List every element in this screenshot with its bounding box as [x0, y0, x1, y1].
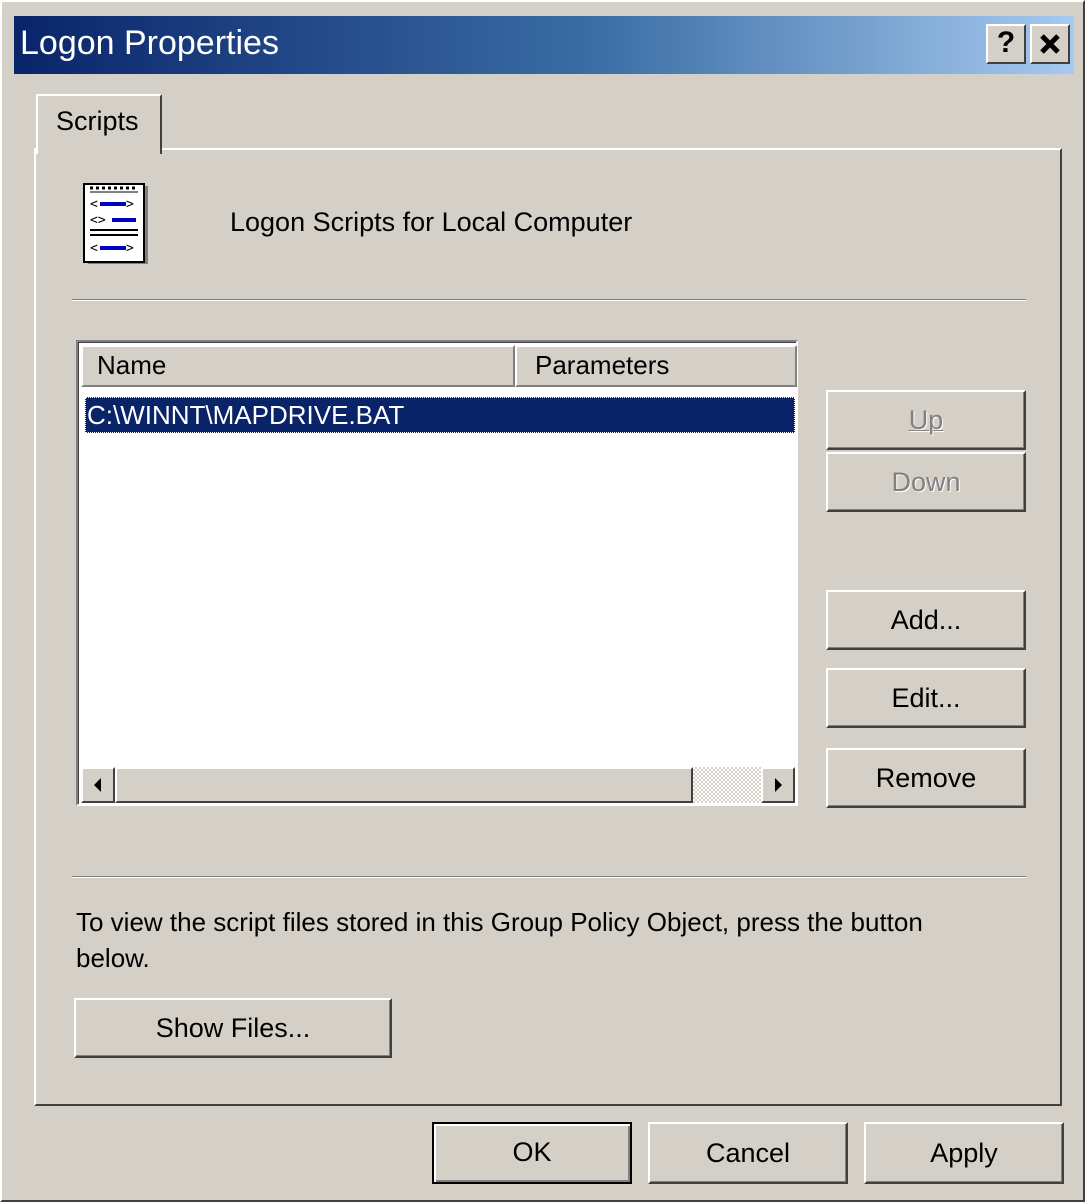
scrollbar-thumb[interactable] [115, 767, 693, 803]
scroll-right-button[interactable] [761, 767, 795, 803]
script-file-icon: < > <> < > [83, 183, 148, 264]
svg-text:<>: <> [90, 213, 106, 228]
cancel-button[interactable]: Cancel [648, 1122, 848, 1184]
horizontal-scrollbar[interactable] [81, 767, 795, 803]
logon-scripts-heading: Logon Scripts for Local Computer [230, 207, 633, 237]
close-icon [1040, 34, 1060, 54]
info-text: To view the script files stored in this … [76, 907, 923, 973]
list-frame: Name Parameters C:\WINNT\MAPDRIVE.BAT [78, 342, 797, 804]
down-button[interactable]: Down [826, 452, 1026, 512]
scrollbar-track[interactable] [693, 767, 761, 803]
show-files-button[interactable]: Show Files... [74, 998, 392, 1058]
separator [72, 876, 1026, 878]
window-title: Logon Properties [20, 24, 279, 62]
remove-button[interactable]: Remove [826, 748, 1026, 808]
ok-button[interactable]: OK [432, 1122, 632, 1184]
scroll-left-button[interactable] [81, 767, 115, 803]
svg-text:>: > [126, 197, 134, 212]
scripts-list[interactable]: Name Parameters C:\WINNT\MAPDRIVE.BAT [76, 340, 798, 806]
svg-text:<: < [90, 241, 98, 256]
column-header-parameters[interactable]: Parameters [515, 345, 797, 387]
column-header-name[interactable]: Name [81, 345, 515, 387]
list-item[interactable]: C:\WINNT\MAPDRIVE.BAT [85, 397, 795, 433]
edit-button[interactable]: Edit... [826, 668, 1026, 728]
separator [72, 299, 1026, 301]
up-button-label: Up [908, 405, 944, 435]
title-bar[interactable]: Logon Properties ? [14, 16, 1074, 74]
arrow-right-icon [775, 778, 782, 792]
svg-text:>: > [126, 241, 134, 256]
logon-properties-dialog: Logon Properties ? Scripts < > <> < > Lo… [0, 0, 1085, 1202]
add-button[interactable]: Add... [826, 590, 1026, 650]
up-button[interactable]: Up [826, 390, 1026, 450]
help-button[interactable]: ? [986, 24, 1026, 64]
svg-text:<: < [90, 197, 98, 212]
tab-scripts-label: Scripts [56, 106, 139, 136]
tab-scripts[interactable]: Scripts [36, 94, 162, 154]
apply-button[interactable]: Apply [864, 1122, 1064, 1184]
close-button[interactable] [1030, 24, 1070, 64]
arrow-left-icon [94, 778, 101, 792]
